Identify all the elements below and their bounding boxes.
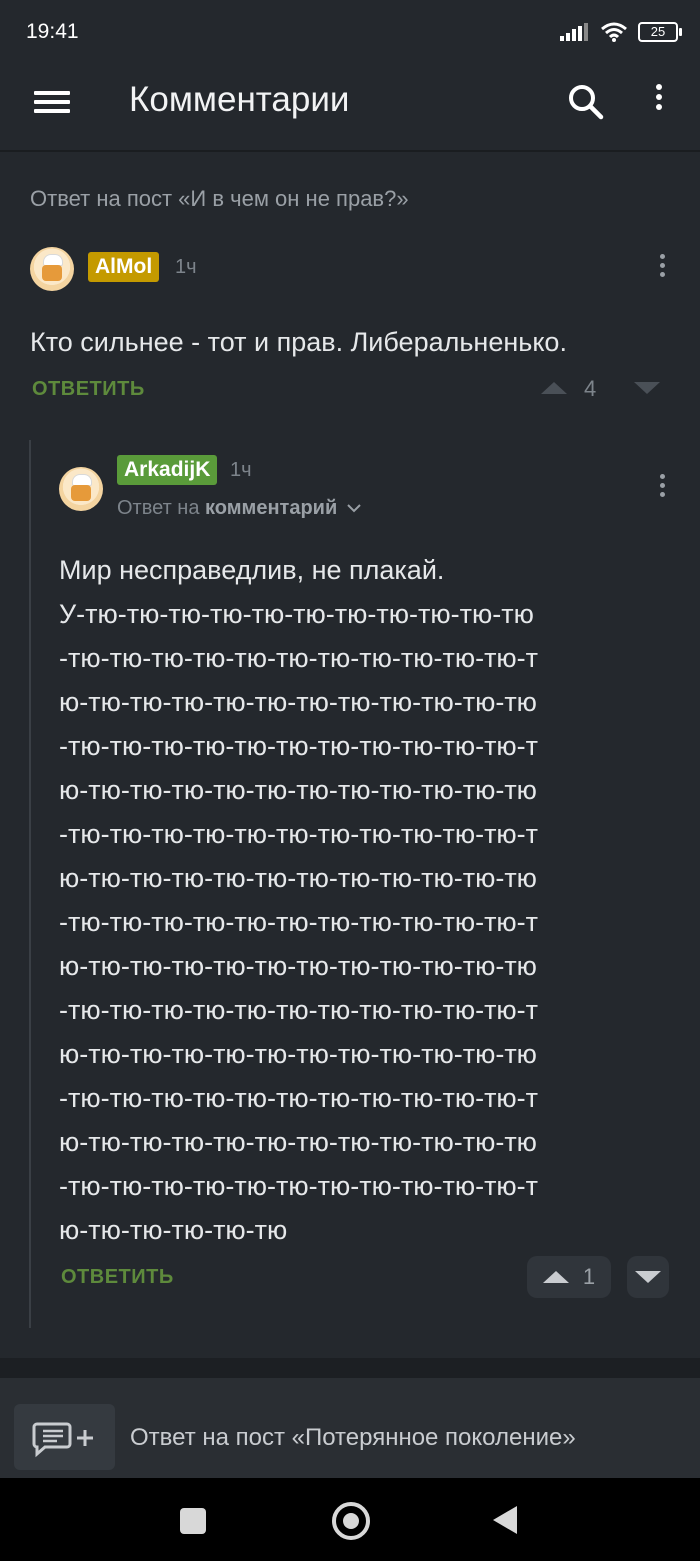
arrow-up-icon <box>542 1271 569 1283</box>
comment-line: ю-тю-тю-тю-тю-тю-тю-тю-тю-тю-тю-тю <box>59 863 537 893</box>
arrow-down-icon[interactable] <box>634 382 660 394</box>
comment-line: -тю-тю-тю-тю-тю-тю-тю-тю-тю-тю-тю-т <box>59 907 539 937</box>
status-bar: 19:41 25 <box>0 0 700 62</box>
comment-time: 1ч <box>230 459 252 481</box>
comment-line: -тю-тю-тю-тю-тю-тю-тю-тю-тю-тю-тю-т <box>59 995 539 1025</box>
comment-line: -тю-тю-тю-тю-тю-тю-тю-тю-тю-тю-тю-т <box>59 643 539 673</box>
back-button[interactable] <box>493 1506 517 1534</box>
status-icons: 25 <box>560 22 682 42</box>
home-button[interactable] <box>332 1502 370 1540</box>
comment-line: -тю-тю-тю-тю-тю-тю-тю-тю-тю-тю-тю-т <box>59 731 539 761</box>
comment-text: Мир несправедлив, не плакай. У-тю-тю-тю-… <box>59 548 679 1252</box>
comments-content: Ответ на пост «И в чем он не прав?» AlMo… <box>0 152 700 1358</box>
comment-line: -тю-тю-тю-тю-тю-тю-тю-тю-тю-тю-тю-т <box>59 819 539 849</box>
comment-line: ю-тю-тю-тю-тю-тю <box>59 1215 288 1245</box>
avatar[interactable] <box>30 247 74 291</box>
comment-rating: 1 <box>582 1264 596 1289</box>
reply-to-target: комментарий <box>205 497 338 519</box>
comment-line: У-тю-тю-тю-тю-тю-тю-тю-тю-тю-тю-тю <box>59 599 534 629</box>
reply-button[interactable]: ОТВЕТИТЬ <box>32 378 145 401</box>
system-nav-bar <box>0 1478 700 1561</box>
recent-apps-button[interactable] <box>180 1508 206 1534</box>
next-post-reference[interactable]: Ответ на пост «Потерянное поколение» <box>130 1424 576 1452</box>
author-name[interactable]: AlMol <box>88 252 160 282</box>
comment-line: ю-тю-тю-тю-тю-тю-тю-тю-тю-тю-тю-тю <box>59 1127 537 1157</box>
battery-indicator: 25 <box>638 22 682 42</box>
add-comment-icon <box>32 1422 93 1458</box>
signal-icon <box>560 23 588 41</box>
comment-line: -тю-тю-тю-тю-тю-тю-тю-тю-тю-тю-тю-т <box>59 1171 539 1201</box>
reply-button[interactable]: ОТВЕТИТЬ <box>61 1266 174 1289</box>
avatar[interactable] <box>59 467 103 511</box>
comment-time: 1ч <box>175 256 197 278</box>
arrow-down-icon <box>635 1271 661 1283</box>
upvote-button[interactable]: 1 <box>527 1256 611 1298</box>
post-reference[interactable]: Ответ на пост «И в чем он не прав?» <box>30 186 409 212</box>
page-title: Комментарии <box>129 80 350 119</box>
arrow-up-icon[interactable] <box>541 382 567 394</box>
bottom-bar: Ответ на пост «Потерянное поколение» <box>0 1378 700 1478</box>
reply-to-prefix: Ответ на <box>117 497 200 519</box>
author-name[interactable]: ArkadijK <box>117 455 218 485</box>
search-icon[interactable] <box>566 82 606 122</box>
comment-line: Мир несправедлив, не плакай. <box>59 555 445 585</box>
downvote-button[interactable] <box>627 1256 669 1298</box>
comment-line: ю-тю-тю-тю-тю-тю-тю-тю-тю-тю-тю-тю <box>59 687 537 717</box>
comment-line: ю-тю-тю-тю-тю-тю-тю-тю-тю-тю-тю-тю <box>59 951 537 981</box>
comment-text: Кто сильнее - тот и прав. Либеральненько… <box>30 327 567 357</box>
chevron-down-icon <box>347 504 361 513</box>
comment-more-icon[interactable] <box>652 254 672 290</box>
comment-line: ю-тю-тю-тю-тю-тю-тю-тю-тю-тю-тю-тю <box>59 1039 537 1069</box>
section-separator <box>0 1358 700 1378</box>
app-bar: Комментарии <box>0 62 700 152</box>
more-vert-icon[interactable] <box>646 84 672 124</box>
status-time: 19:41 <box>26 20 79 43</box>
thread-line[interactable] <box>29 440 31 1328</box>
menu-icon[interactable] <box>34 86 70 126</box>
comment-more-icon[interactable] <box>652 474 672 510</box>
comment-rating: 4 <box>584 376 597 401</box>
reply-to-link[interactable]: Ответ на комментарий <box>117 497 362 520</box>
add-comment-button[interactable] <box>14 1404 115 1470</box>
comment-line: ю-тю-тю-тю-тю-тю-тю-тю-тю-тю-тю-тю <box>59 775 537 805</box>
wifi-icon <box>601 22 627 42</box>
comment-line: -тю-тю-тю-тю-тю-тю-тю-тю-тю-тю-тю-т <box>59 1083 539 1113</box>
